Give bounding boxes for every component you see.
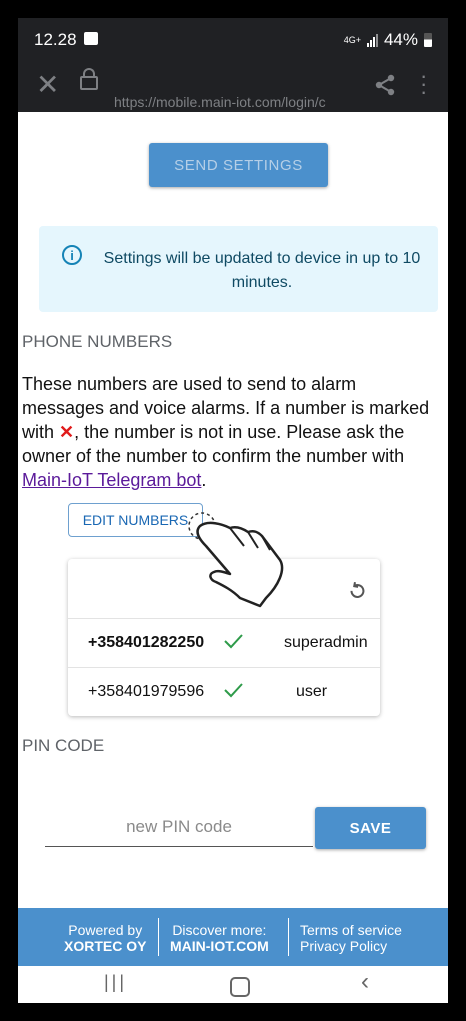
red-x-icon: ✕ [59,422,75,442]
pin-code-input[interactable] [45,808,313,847]
gallery-notification-icon [84,32,98,45]
user-role: user [296,683,328,700]
footer: Powered by XORTEC OY Discover more: MAIN… [18,908,448,966]
device-frame: 12.28 4G+ 44% ✕ https://mobile.main-iot.… [0,0,466,1021]
share-icon[interactable] [374,74,396,96]
table-row: +358401282250 superadmin [68,618,380,668]
footer-site-link[interactable]: MAIN-IOT.COM [170,938,269,954]
browser-toolbar: ✕ https://mobile.main-iot.com/login/c · ·… [18,60,448,112]
checkmark-icon [224,683,243,698]
footer-powered: Powered by XORTEC OY [64,922,146,954]
footer-discover-label: Discover more: [172,922,267,938]
battery-percent: 44% [383,30,418,49]
battery-icon [424,33,432,47]
privacy-link[interactable]: Privacy Policy [300,938,402,954]
description-text-2: , the number is not in use. Please ask t… [22,422,405,466]
footer-company[interactable]: XORTEC OY [64,938,146,954]
footer-discover: Discover more: MAIN-IOT.COM [170,922,269,954]
user-role: superadmin [284,634,368,651]
home-icon[interactable] [230,977,250,997]
checkmark-icon [224,634,243,649]
status-time: 12.28 [34,30,77,49]
send-settings-button[interactable]: SEND SETTINGS [149,143,328,187]
phone-screen: 12.28 4G+ 44% ✕ https://mobile.main-iot.… [18,18,448,1003]
terms-link[interactable]: Terms of service [300,922,402,938]
info-alert: i Settings will be updated to device in … [39,226,438,312]
network-type: 4G+ [343,34,361,45]
pin-code-heading: PIN CODE [22,736,105,755]
phone-numbers-heading: PHONE NUMBERS [22,332,173,351]
more-vert-icon[interactable]: · · · [420,65,427,103]
hand-pointer-icon [188,512,284,608]
info-icon: i [62,245,82,265]
lock-icon[interactable] [80,68,98,90]
telegram-bot-link[interactable]: Main-IoT Telegram bot [22,470,201,490]
description-period: . [201,470,207,490]
android-nav-bar: ||| ‹ [18,966,448,1003]
footer-divider [158,918,159,956]
save-pin-button[interactable]: SAVE [315,807,426,849]
phone-number: +358401282250 [88,634,205,651]
status-indicators: 4G+ 44% [344,30,432,50]
recent-apps-icon[interactable]: ||| [104,972,127,993]
phone-numbers-description: These numbers are used to send to alarm … [22,372,442,492]
footer-powered-label: Powered by [68,922,143,938]
status-bar: 12.28 4G+ 44% [18,18,448,60]
phone-number: +358401979596 [88,683,205,700]
signal-icon [366,33,378,47]
close-icon[interactable]: ✕ [36,68,59,101]
table-row: +358401979596 user [68,667,380,717]
info-message: Settings will be updated to device in up… [103,250,421,291]
url-text[interactable]: https://mobile.main-iot.com/login/c [114,94,340,110]
footer-legal: Terms of service Privacy Policy [300,922,402,954]
refresh-icon[interactable] [346,579,368,601]
back-icon[interactable]: ‹ [361,968,369,996]
footer-divider [288,918,289,956]
